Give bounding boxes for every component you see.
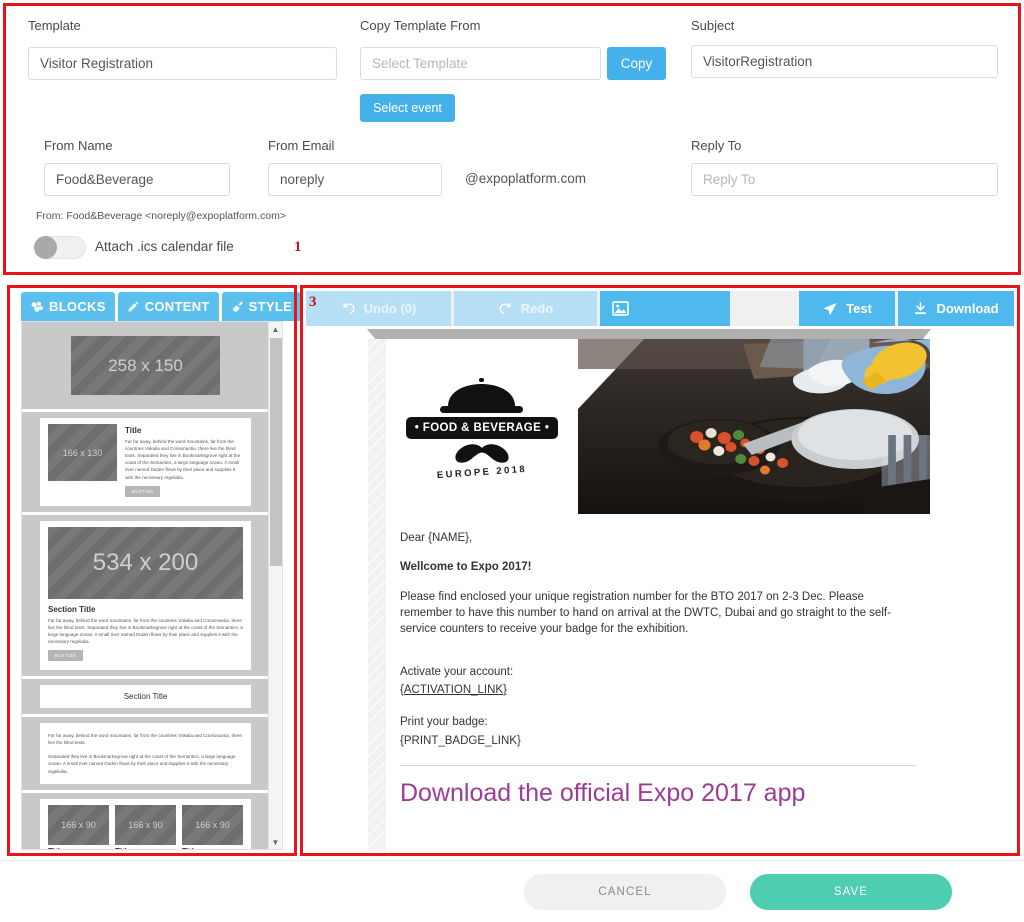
form-footer: CANCEL SAVE [0, 860, 1024, 922]
annotation-frame-1 [3, 3, 1021, 275]
annotation-frame-3 [300, 285, 1020, 856]
save-button[interactable]: SAVE [750, 874, 952, 910]
cancel-button[interactable]: CANCEL [524, 874, 726, 910]
annotation-frame-2 [7, 285, 297, 856]
